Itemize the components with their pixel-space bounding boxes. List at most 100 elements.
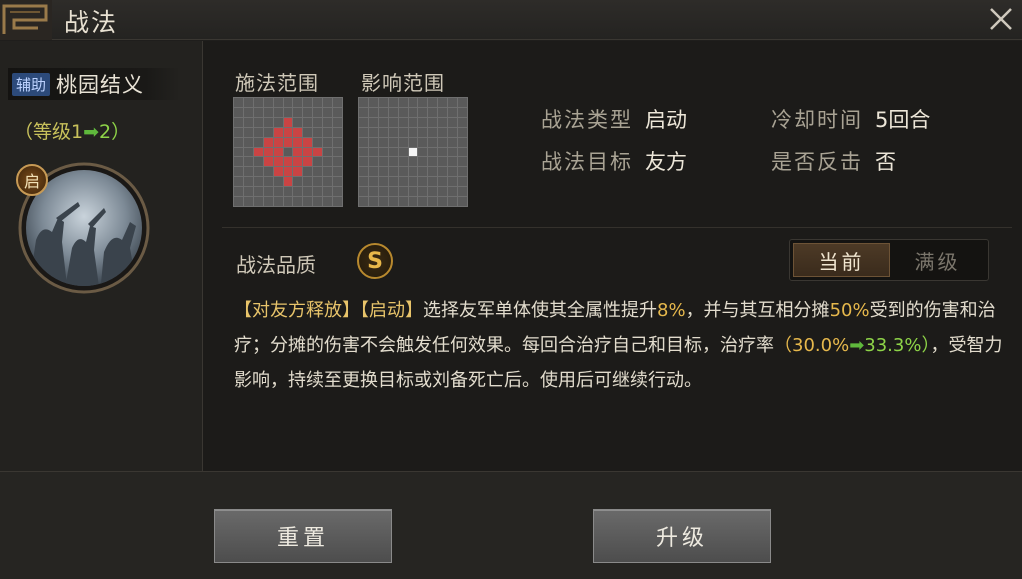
desc-text: 选择友军单体使其全属性提升 [423,300,657,321]
grid-cell [333,157,342,167]
grid-cell [398,187,408,197]
grid-cell [428,98,438,107]
grid-cell [359,157,368,167]
grid-cell [418,157,428,167]
grid-cell [359,127,368,137]
grid-cell [293,167,303,177]
cast-range-label: 施法范围 [235,71,319,95]
grid-cell [359,117,368,127]
grid-cell [418,167,428,177]
grid-cell [243,107,253,117]
level-next: 2） [99,121,131,143]
grid-cell [303,117,313,127]
grid-cell [253,98,263,107]
grid-cell [333,177,342,187]
grid-cell [438,197,448,206]
grid-cell [388,117,398,127]
grid-cell [283,147,293,157]
grid-cell [234,117,243,127]
tab-max-level[interactable]: 满级 [890,243,985,277]
grid-cell [243,197,253,206]
effect-range-label: 影响范围 [361,71,445,95]
desc-text: ，并与其互相分摊 [685,300,830,321]
grid-cell [323,167,333,177]
desc-rate-from: （30.0% [774,335,850,356]
effect-range-grid [358,97,468,207]
grid-cell [448,167,458,177]
grid-cell [418,137,428,147]
grid-cell [418,127,428,137]
stat-skill-type: 战法类型 启动 [541,104,687,134]
grid-cell [359,197,368,206]
grid-cell [313,137,323,147]
grid-cell [243,98,253,107]
arrow-right-icon: ➡ [83,121,100,143]
grid-cell [448,177,458,187]
grid-cell [368,157,378,167]
grid-cell [293,197,303,206]
grid-cell [398,167,408,177]
grid-cell [448,107,458,117]
grid-cell [303,147,313,157]
grid-cell [303,98,313,107]
grid-cell [408,167,418,177]
grid-cell [303,157,313,167]
quality-grade-badge: S [357,243,393,279]
grid-cell [333,117,342,127]
grid-cell [448,127,458,137]
tab-current[interactable]: 当前 [793,243,890,277]
grid-cell [293,157,303,167]
grid-cell [438,157,448,167]
section-divider [222,227,1012,228]
grid-cell [378,107,388,117]
grid-cell [243,167,253,177]
grid-cell [323,177,333,187]
stat-counterattack: 是否反击否 [771,146,896,176]
skill-name-row: 辅助 桃园结义 [8,68,180,100]
grid-cell [263,117,273,127]
grid-cell [388,127,398,137]
grid-cell [263,187,273,197]
grid-cell [438,137,448,147]
grid-cell [253,137,263,147]
stat-value: 启动 [645,108,687,132]
grid-cell [234,187,243,197]
grid-cell [273,167,283,177]
grid-cell [448,147,458,157]
grid-cell [313,177,323,187]
grid-cell [428,107,438,117]
grid-cell [398,127,408,137]
grid-cell [388,107,398,117]
grid-cell [273,197,283,206]
grid-cell [283,157,293,167]
grid-cell [418,197,428,206]
grid-cell [458,147,467,157]
grid-cell [263,197,273,206]
grid-cell [263,107,273,117]
grid-cell [368,127,378,137]
grid-cell [293,98,303,107]
title-ornament-icon [0,0,52,40]
grid-cell [408,117,418,127]
grid-cell [293,187,303,197]
grid-cell [283,127,293,137]
grid-cell [428,157,438,167]
grid-cell [448,117,458,127]
grid-cell [428,137,438,147]
grid-cell [458,127,467,137]
grid-cell [408,107,418,117]
upgrade-button[interactable]: 升级 [593,509,771,563]
grid-cell [368,197,378,206]
grid-cell [448,137,458,147]
close-icon[interactable] [986,4,1016,34]
grid-cell [378,177,388,187]
quality-label: 战法品质 [236,253,316,277]
grid-cell [398,147,408,157]
grid-cell [293,127,303,137]
skill-type-tag: 辅助 [12,72,51,96]
skill-description: 【对友方释放】【启动】选择友军单体使其全属性提升8%，并与其互相分摊50%受到的… [234,293,1004,398]
grid-cell [388,147,398,157]
reset-button[interactable]: 重置 [214,509,392,563]
grid-cell [283,117,293,127]
window-title: 战法 [64,8,119,37]
